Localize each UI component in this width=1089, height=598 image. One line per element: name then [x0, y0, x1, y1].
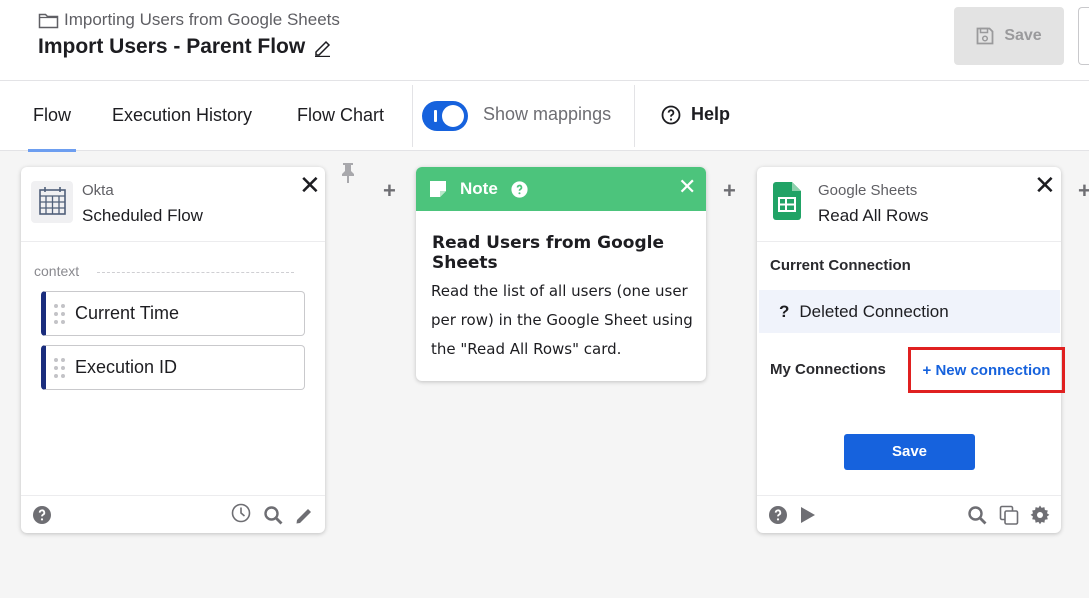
card-app-name: Google Sheets: [818, 182, 918, 199]
new-connection-button[interactable]: + New connection: [908, 347, 1065, 393]
card-title: Read All Rows: [818, 206, 929, 225]
current-connection-label: Current Connection: [770, 257, 911, 274]
new-connection-label: + New connection: [922, 361, 1051, 379]
pin-icon[interactable]: [340, 162, 356, 184]
play-icon[interactable]: [797, 505, 817, 525]
google-sheets-icon: [773, 182, 801, 220]
folder-icon: [38, 13, 59, 29]
show-mappings-label: Show mappings: [483, 104, 612, 124]
drag-handle-icon[interactable]: [54, 358, 66, 378]
calendar-icon: [31, 181, 73, 223]
context-divider: [97, 272, 294, 273]
close-icon[interactable]: ✕: [1034, 172, 1056, 198]
context-label: context: [34, 263, 80, 279]
breadcrumb[interactable]: Importing Users from Google Sheets: [38, 10, 340, 30]
copy-icon[interactable]: [999, 505, 1019, 525]
tab-divider: [634, 85, 635, 147]
add-card-button[interactable]: +: [723, 180, 736, 202]
note-header-label: Note: [460, 179, 498, 198]
current-connection-value[interactable]: ? Deleted Connection: [759, 290, 1060, 333]
pencil-icon[interactable]: [294, 505, 314, 525]
question-mark-icon: ?: [779, 302, 790, 321]
save-button-label: Save: [1004, 27, 1042, 44]
tab-execution-history[interactable]: Execution History: [112, 81, 252, 151]
search-icon[interactable]: [263, 505, 283, 525]
my-connections-label: My Connections: [770, 361, 886, 378]
sticky-note-icon: [430, 181, 446, 197]
add-card-button[interactable]: +: [1078, 180, 1089, 202]
field-label: Execution ID: [75, 357, 178, 377]
page-title: Import Users - Parent Flow: [38, 35, 332, 59]
note-body: Read the list of all users (one user per…: [431, 282, 693, 358]
show-mappings-toggle[interactable]: [422, 101, 468, 131]
toggle-on-mark: [434, 110, 437, 122]
close-icon[interactable]: ✕: [299, 172, 321, 198]
pencil-icon[interactable]: [313, 38, 332, 57]
tab-divider: [412, 85, 413, 147]
card-title: Scheduled Flow: [82, 206, 203, 225]
note-title: Read Users from Google Sheets: [432, 233, 664, 273]
search-icon[interactable]: [967, 505, 987, 525]
header: Importing Users from Google Sheets Impor…: [0, 0, 1089, 81]
add-card-button[interactable]: +: [383, 180, 396, 202]
output-field-current-time[interactable]: Current Time: [41, 291, 305, 336]
help-icon[interactable]: [32, 505, 52, 525]
save-connection-button[interactable]: Save: [844, 434, 975, 470]
breadcrumb-label: Importing Users from Google Sheets: [64, 10, 340, 29]
help-button[interactable]: Help: [661, 104, 730, 125]
note-header: Note ✕: [416, 167, 706, 211]
field-label: Current Time: [75, 303, 180, 323]
tab-flow[interactable]: Flow: [27, 81, 77, 152]
card-footer: [21, 495, 325, 533]
card-app-name: Okta: [82, 182, 114, 199]
more-actions-button[interactable]: [1078, 7, 1089, 65]
question-circle-icon: [661, 105, 681, 124]
question-circle-icon[interactable]: [511, 181, 528, 198]
help-label: Help: [691, 104, 731, 124]
toggle-knob: [442, 105, 464, 127]
help-icon[interactable]: [768, 505, 788, 525]
close-icon[interactable]: ✕: [678, 176, 696, 198]
clock-icon[interactable]: [231, 503, 251, 523]
tab-flow-chart[interactable]: Flow Chart: [297, 81, 384, 151]
save-button[interactable]: Save: [954, 7, 1064, 65]
drag-handle-icon[interactable]: [54, 304, 66, 324]
card-header: Google Sheets Read All Rows ✕: [757, 167, 1061, 242]
page-title-text: Import Users - Parent Flow: [38, 35, 306, 58]
output-field-execution-id[interactable]: Execution ID: [41, 345, 305, 390]
card-footer: [757, 495, 1061, 533]
gear-icon[interactable]: [1030, 505, 1050, 525]
card-header: Okta Scheduled Flow ✕: [21, 167, 325, 242]
floppy-disk-icon: [976, 27, 994, 45]
connection-name: Deleted Connection: [799, 302, 949, 321]
